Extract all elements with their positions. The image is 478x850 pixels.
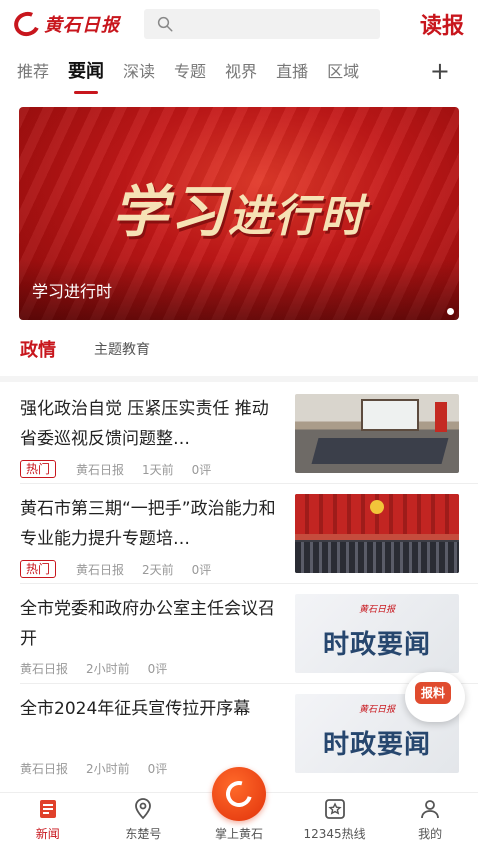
- hero-banner[interactable]: 学习进行时 学习进行时: [19, 107, 459, 320]
- app-root: 黄石日报 读报 推荐 要闻 深读 专题 视界 直播 区域 + 学习进行时 学习进…: [0, 0, 478, 850]
- news-source: 黄石日报: [20, 762, 69, 776]
- news-meta: 黄石日报 2小时前 0评: [20, 660, 185, 677]
- news-meta: 热门 黄石日报 2天前 0评: [20, 560, 229, 578]
- tab-in-depth[interactable]: 深读: [123, 52, 155, 94]
- news-time: 2天前: [142, 562, 174, 577]
- tab-region[interactable]: 区域: [327, 52, 359, 94]
- news-comments: 0评: [147, 662, 168, 676]
- hot-tag: 热门: [20, 560, 57, 578]
- banner-artwork: 学习进行时: [112, 179, 366, 245]
- tab-headlines[interactable]: 要闻: [68, 52, 104, 94]
- news-time: 2小时前: [86, 662, 130, 676]
- news-comments: 0评: [147, 762, 168, 776]
- news-title: 全市党委和政府办公室主任会议召开: [20, 599, 275, 649]
- news-time: 2小时前: [86, 762, 130, 776]
- read-paper-button[interactable]: 读报: [420, 8, 464, 40]
- location-icon: [135, 798, 152, 820]
- nav-label: 掌上黄石: [214, 827, 263, 841]
- add-tab-button[interactable]: +: [430, 52, 450, 92]
- header: 黄石日报 读报: [0, 0, 478, 48]
- section-tab-politics[interactable]: 政情: [20, 336, 56, 362]
- nav-label: 12345热线: [303, 827, 366, 841]
- banner-caption: 学习进行时: [32, 282, 113, 301]
- category-tabs: 推荐 要闻 深读 专题 视界 直播 区域: [0, 52, 478, 94]
- news-meta: 黄石日报 2小时前 0评: [20, 760, 185, 777]
- hot-tag: 热门: [20, 460, 57, 478]
- report-news-button[interactable]: 报料: [405, 672, 465, 722]
- app-logo-icon: [211, 767, 266, 821]
- news-comments: 0评: [191, 562, 212, 577]
- bottom-nav: 新闻 东楚号 掌上黄石 12345热线 我的: [0, 767, 478, 850]
- news-icon: [39, 800, 56, 818]
- news-title: 黄石市第三期“一把手”政治能力和专业能力提升专题培…: [20, 499, 276, 549]
- news-source: 黄石日报: [76, 562, 125, 577]
- news-time: 1天前: [142, 462, 174, 477]
- news-title: 全市2024年征兵宣传拉开序幕: [20, 699, 251, 719]
- logo-mark-icon: [10, 8, 44, 40]
- divider: [0, 376, 478, 382]
- carousel-indicator[interactable]: [447, 308, 454, 315]
- search-input[interactable]: [144, 9, 380, 39]
- nav-label: 我的: [418, 827, 443, 841]
- news-item[interactable]: 全市党委和政府办公室主任会议召开 黄石日报 2小时前 0评 黄石日报 时政要闻: [0, 584, 478, 684]
- nav-label: 东楚号: [125, 827, 162, 841]
- tab-topics[interactable]: 专题: [174, 52, 206, 94]
- news-item[interactable]: 黄石市第三期“一把手”政治能力和专业能力提升专题培… 热门 黄石日报 2天前 0…: [0, 484, 478, 584]
- search-icon: [157, 16, 173, 32]
- news-source: 黄石日报: [20, 662, 69, 676]
- thumbnail-text: 时政要闻: [322, 730, 431, 760]
- nav-news[interactable]: 新闻: [0, 793, 96, 850]
- news-title: 强化政治自觉 压紧压实责任 推动省委巡视反馈问题整…: [20, 399, 269, 449]
- nav-label: 新闻: [35, 827, 60, 841]
- user-icon: [421, 800, 440, 819]
- nav-dongchu[interactable]: 东楚号: [96, 793, 192, 850]
- tab-live[interactable]: 直播: [276, 52, 308, 94]
- news-comments: 0评: [191, 462, 212, 477]
- tab-vision[interactable]: 视界: [225, 52, 257, 94]
- report-label: 报料: [415, 682, 451, 704]
- thumbnail-text: 时政要闻: [322, 630, 431, 660]
- brand-logo[interactable]: 黄石日报: [10, 8, 132, 40]
- news-thumbnail: 黄石日报 时政要闻: [295, 594, 459, 673]
- news-source: 黄石日报: [76, 462, 125, 477]
- news-meta: 热门 黄石日报 1天前 0评: [20, 460, 229, 478]
- news-thumbnail: [295, 494, 459, 573]
- section-tabs: 政情 主题教育: [20, 334, 178, 364]
- tab-recommend[interactable]: 推荐: [17, 52, 49, 94]
- news-item[interactable]: 强化政治自觉 压紧压实责任 推动省委巡视反馈问题整… 热门 黄石日报 1天前 0…: [0, 384, 478, 484]
- thumbnail-logo: 黄石日报: [358, 605, 395, 615]
- section-tab-theme-education[interactable]: 主题教育: [94, 339, 150, 359]
- nav-hotline[interactable]: 12345热线: [287, 793, 383, 850]
- hotline-icon: [324, 799, 345, 819]
- nav-palm-huangshi[interactable]: 掌上黄石: [191, 767, 287, 850]
- nav-profile[interactable]: 我的: [382, 793, 478, 850]
- logo-text: 黄石日报: [44, 15, 120, 36]
- news-thumbnail: [295, 394, 459, 473]
